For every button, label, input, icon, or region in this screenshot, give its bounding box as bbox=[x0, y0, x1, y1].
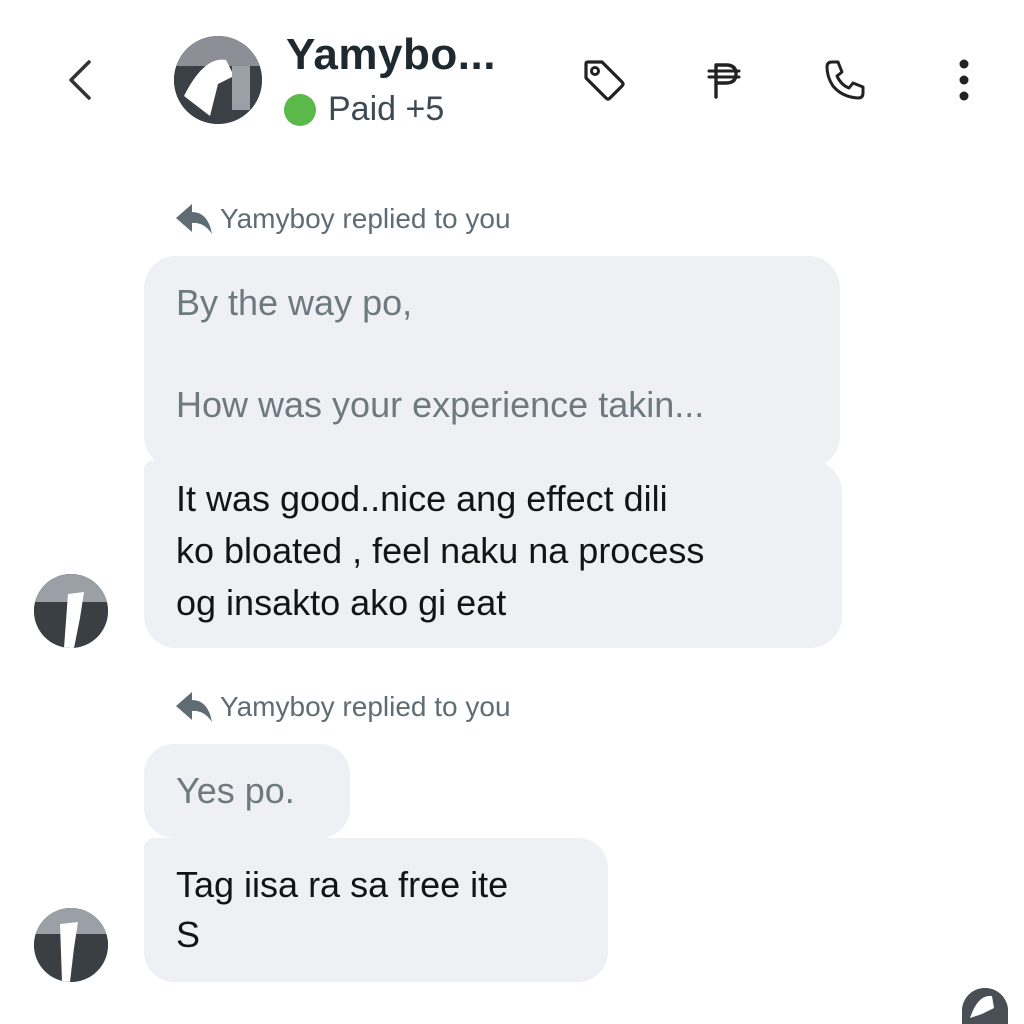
back-chevron-icon bbox=[69, 60, 91, 100]
status-label: Paid +5 bbox=[328, 90, 445, 128]
quoted-text-line: How was your experience takin... bbox=[176, 384, 705, 425]
contact-avatar[interactable] bbox=[174, 36, 262, 124]
sender-avatar[interactable] bbox=[34, 574, 108, 648]
message-text-line: og insakto ako gi eat bbox=[176, 582, 507, 623]
more-options-button[interactable] bbox=[944, 52, 984, 108]
reply-note: Yamyboy replied to you bbox=[174, 200, 511, 238]
reply-arrow-icon bbox=[176, 692, 212, 722]
quoted-text-line: By the way po, bbox=[176, 282, 413, 323]
phone-icon bbox=[825, 60, 865, 100]
contact-name[interactable]: Yamybo... bbox=[286, 30, 496, 80]
status-dot bbox=[284, 93, 316, 126]
quoted-text-line: Yes po. bbox=[176, 770, 295, 811]
seen-avatar bbox=[962, 988, 1008, 1024]
message-text-line: S bbox=[176, 914, 201, 955]
message-bubble[interactable] bbox=[144, 838, 608, 982]
peso-icon bbox=[707, 63, 741, 99]
message-text-line: It was good..nice ang effect dili bbox=[176, 478, 668, 519]
more-vertical-icon bbox=[959, 59, 969, 101]
reply-arrow-icon bbox=[176, 204, 212, 234]
peso-button[interactable] bbox=[702, 56, 746, 104]
message-text-line: Tag iisa ra sa free ite bbox=[176, 864, 509, 905]
back-button[interactable] bbox=[58, 56, 102, 104]
tag-icon bbox=[584, 60, 625, 101]
sender-avatar[interactable] bbox=[34, 908, 108, 982]
tag-button[interactable] bbox=[578, 54, 630, 106]
contact-status: Paid +5 bbox=[284, 90, 444, 129]
message-text-line: ko bloated , feel naku na process bbox=[176, 530, 705, 571]
call-button[interactable] bbox=[820, 54, 870, 106]
reply-note: Yamyboy replied to you bbox=[174, 688, 511, 726]
